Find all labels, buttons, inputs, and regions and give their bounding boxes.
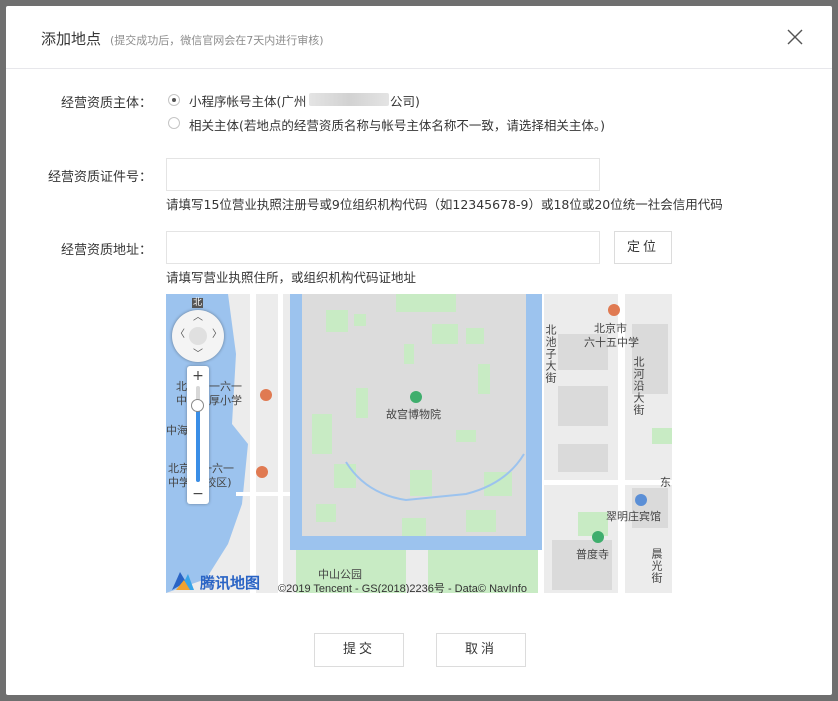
north-icon: 北 — [192, 298, 204, 308]
map-pan-control[interactable]: ︿ ﹀ 〈 〉 — [172, 310, 224, 362]
map-view[interactable]: 北京第一六一 中学附厚小学 中海 北京第一六一 中学(北校区) 故宫博物院 北池… — [166, 294, 672, 593]
school-poi-icon — [260, 389, 272, 401]
map-label: 东 — [660, 476, 671, 489]
address-label: 经营资质地址： — [60, 243, 152, 258]
radio-account-subject[interactable] — [168, 94, 180, 106]
tencent-map-logo-icon — [172, 572, 194, 590]
map-label: 中海 — [166, 424, 188, 437]
map-label: 北河沿大街 — [632, 356, 645, 416]
dialog-title: 添加地点 — [41, 30, 102, 48]
map-label: 中学附厚小学 — [176, 394, 242, 407]
pan-down-icon[interactable]: ﹀ — [193, 350, 203, 360]
map-zoom-control: + − — [187, 366, 209, 504]
locate-button[interactable]: 定位 — [614, 231, 672, 264]
tencent-map-logo-text: 腾讯地图 — [200, 574, 261, 592]
map-label: 北池子大街 — [544, 324, 557, 384]
school-poi-icon — [608, 304, 620, 316]
map-copyright: ©2019 Tencent - GS(2018)2236号 - Data© Na… — [278, 583, 527, 593]
palace-poi-icon — [410, 391, 422, 403]
zoom-level-fill — [196, 405, 200, 482]
radio-related-subject[interactable] — [168, 117, 180, 129]
license-hint: 请填写15位营业执照注册号或9位组织机构代码（如12345678-9）或18位或… — [166, 197, 723, 212]
address-hint: 请填写营业执照住所，或组织机构代码证地址 — [166, 270, 417, 285]
map-label: 六十五中学 — [584, 336, 639, 349]
add-location-dialog: 添加地点 (提交成功后，微信官网会在7天内进行审核) 经营资质主体： 小程序帐号… — [6, 6, 832, 695]
dialog-header: 添加地点 (提交成功后，微信官网会在7天内进行审核) — [6, 6, 832, 69]
option-account-subject-prefix[interactable]: 小程序帐号主体(广州 — [189, 91, 306, 110]
map-label: 翠明庄宾馆 — [606, 510, 661, 523]
school-poi-icon — [256, 466, 268, 478]
submit-button[interactable]: 提交 — [314, 633, 404, 667]
address-input[interactable] — [166, 231, 600, 264]
subject-label: 经营资质主体： — [60, 96, 152, 111]
dialog-subtitle: (提交成功后，微信官网会在7天内进行审核) — [110, 34, 324, 47]
pan-center-icon[interactable] — [189, 327, 207, 345]
map-label: 晨光街 — [650, 548, 663, 584]
close-icon[interactable] — [786, 28, 804, 46]
license-label: 经营资质证件号： — [47, 170, 152, 185]
map-label: 普度寺 — [576, 548, 609, 561]
temple-poi-icon — [592, 531, 604, 543]
hotel-poi-icon — [635, 494, 647, 506]
redacted-company-name — [309, 93, 389, 106]
zoom-slider-thumb[interactable] — [191, 399, 204, 413]
pan-left-icon[interactable]: 〈 — [175, 330, 185, 340]
zoom-in-button[interactable]: + — [187, 368, 209, 384]
tencent-map-logo: 腾讯地图 — [170, 570, 268, 592]
map-label: 故宫博物院 — [386, 408, 441, 421]
pan-right-icon[interactable]: 〉 — [212, 330, 222, 340]
license-number-input[interactable] — [166, 158, 600, 191]
cancel-button[interactable]: 取消 — [436, 633, 526, 667]
pan-up-icon[interactable]: ︿ — [193, 313, 203, 323]
zoom-out-button[interactable]: − — [187, 486, 209, 502]
option-account-subject-suffix[interactable]: 公司) — [390, 91, 420, 110]
option-related-subject[interactable]: 相关主体(若地点的经营资质名称与帐号主体名称不一致，请选择相关主体。) — [189, 115, 605, 134]
